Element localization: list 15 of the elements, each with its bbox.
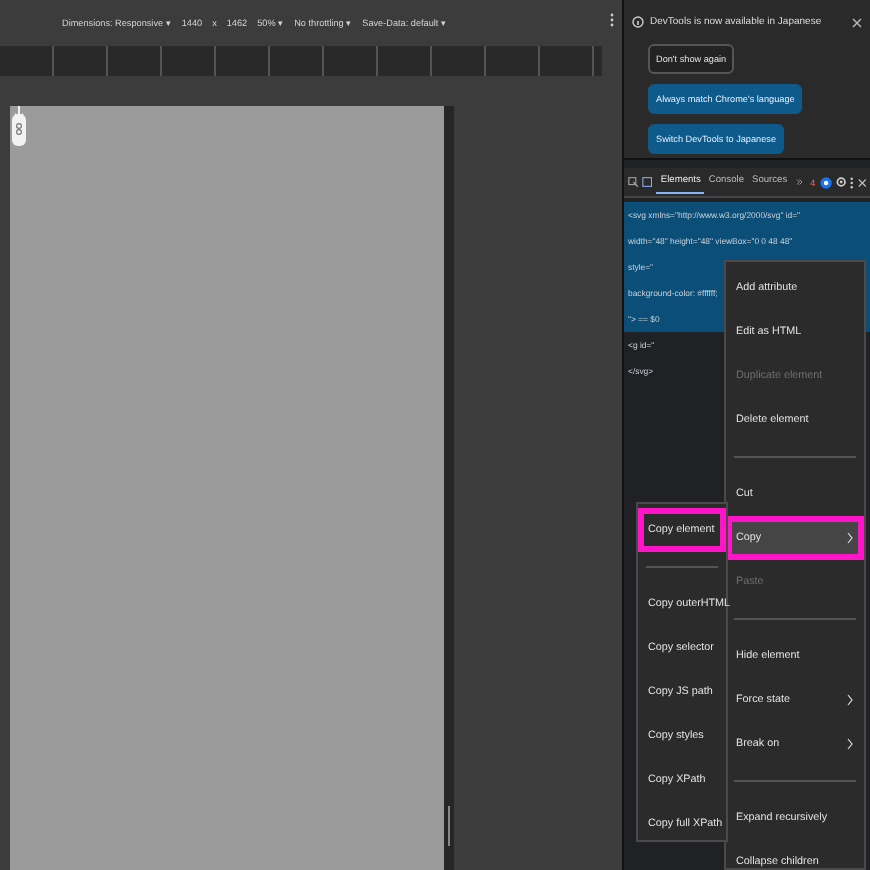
settings-icon[interactable]	[835, 176, 846, 188]
device-icon[interactable]	[642, 176, 653, 188]
marker-icon	[12, 106, 26, 146]
chevron-icon	[846, 738, 854, 750]
circle-icon[interactable]	[819, 175, 832, 189]
more-tabs-icon[interactable]	[795, 178, 803, 186]
chevron-icon	[846, 694, 854, 706]
scrollbar[interactable]	[444, 106, 454, 870]
inspect-icon[interactable]	[628, 176, 639, 188]
close-icon[interactable]	[852, 17, 862, 27]
more-icon[interactable]	[610, 10, 615, 30]
close-icon[interactable]	[857, 177, 866, 187]
chevron-icon	[846, 532, 854, 544]
more-icon[interactable]	[849, 175, 854, 189]
info-icon	[632, 16, 644, 28]
